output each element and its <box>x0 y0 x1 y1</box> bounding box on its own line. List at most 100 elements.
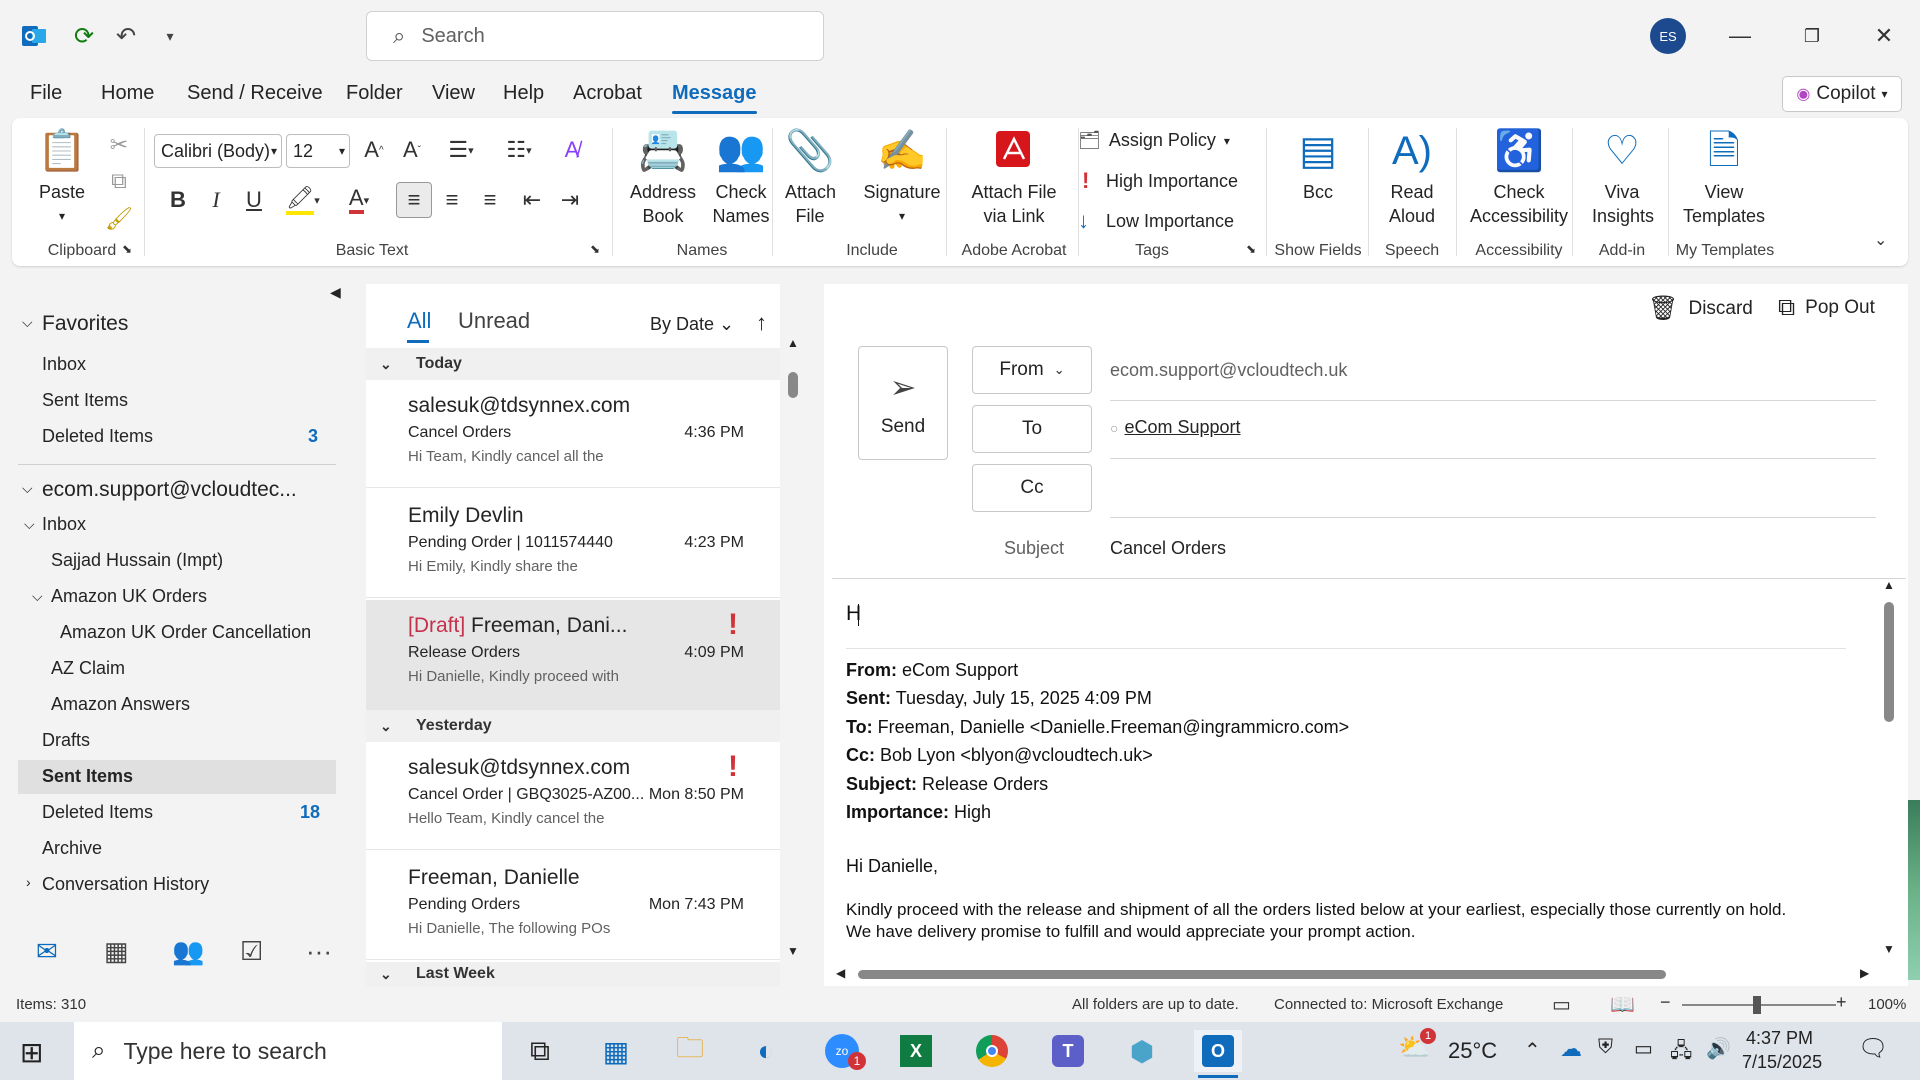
search-input[interactable]: ⌕ Search <box>366 11 824 61</box>
menu-home[interactable]: Home <box>101 82 154 105</box>
assign-policy-button[interactable]: 🗂 Assign Policy ▾ <box>1078 130 1230 151</box>
clear-formatting-icon[interactable]: A̸ <box>556 134 588 166</box>
viva-insights-button[interactable]: ♡ Viva Insights <box>1582 124 1662 228</box>
scroll-down-icon[interactable]: ▼ <box>1883 942 1895 956</box>
attach-file-button[interactable]: 📎 Attach File <box>780 124 840 228</box>
tab-unread[interactable]: Unread <box>458 308 530 334</box>
excel-icon[interactable]: X <box>892 1030 940 1072</box>
zoom-in-icon[interactable]: + <box>1836 992 1847 1013</box>
menu-view[interactable]: View <box>432 82 475 105</box>
sync-icon[interactable]: ⟳ <box>68 20 100 52</box>
format-painter-icon[interactable]: 🖌 <box>104 204 134 234</box>
from-button[interactable]: From ⌄ <box>972 346 1092 394</box>
calculator-icon[interactable]: ▦ <box>592 1030 640 1072</box>
paste-button[interactable]: 📋 Paste ▾ <box>32 124 92 228</box>
folder-inbox[interactable]: Inbox <box>42 514 86 535</box>
view-templates-button[interactable]: 🗎 View Templates <box>1676 124 1772 228</box>
menu-help[interactable]: Help <box>503 82 544 105</box>
bullets-icon[interactable]: ☰ ▾ <box>436 134 486 166</box>
italic-icon[interactable]: I <box>200 184 232 216</box>
scroll-down-icon[interactable]: ▼ <box>787 944 799 958</box>
list-item[interactable]: salesuk@tdsynnex.com Cancel Orders 4:36 … <box>366 380 780 488</box>
font-size-select[interactable]: 12 ▾ <box>286 134 350 168</box>
sort-by-date-button[interactable]: By Date ⌄ <box>650 314 734 335</box>
folder-deleted-items[interactable]: Deleted Items <box>42 802 153 823</box>
teams-icon[interactable]: T <box>1044 1030 1092 1072</box>
minimize-icon[interactable]: — <box>1720 18 1760 54</box>
collapse-ribbon-icon[interactable]: ⌄ <box>1874 230 1887 250</box>
check-accessibility-button[interactable]: ♿ Check Accessibility <box>1464 124 1574 228</box>
account-header[interactable]: ecom.support@vcloudtec... <box>42 478 297 502</box>
signature-button[interactable]: ✍ Signature ▾ <box>850 124 954 228</box>
folder-conversation-history[interactable]: Conversation History <box>42 874 209 895</box>
reading-view-icon[interactable]: 📖 <box>1610 992 1635 1017</box>
message-body[interactable]: H From: eCom Support Sent: Tuesday, July… <box>824 580 1880 964</box>
chevron-down-icon[interactable]: ⌵ <box>22 480 33 497</box>
app-icon[interactable]: ⬢ <box>1118 1030 1166 1072</box>
shrink-font-icon[interactable]: Aˇ <box>396 134 428 166</box>
bold-icon[interactable]: B <box>162 184 194 216</box>
high-importance-button[interactable]: ! High Importance <box>1082 168 1238 194</box>
font-color-icon[interactable]: A ▾ <box>334 184 384 216</box>
network-icon[interactable]: 🖧 <box>1670 1036 1692 1070</box>
underline-icon[interactable]: U <box>238 184 270 216</box>
folder-sent-items[interactable]: Sent Items <box>42 766 133 787</box>
notifications-icon[interactable]: 🗨 <box>1858 1034 1888 1063</box>
chrome-icon[interactable] <box>968 1030 1016 1072</box>
dialog-launcher-icon[interactable]: ⬊ <box>122 242 132 256</box>
zoom-app-icon[interactable]: zo 1 <box>818 1030 866 1072</box>
people-icon[interactable]: 👥 <box>172 936 204 967</box>
more-apps-icon[interactable]: ··· <box>306 936 332 967</box>
file-explorer-icon[interactable]: 🗀 <box>666 1030 714 1072</box>
cc-button[interactable]: Cc <box>972 464 1092 512</box>
onedrive-icon[interactable]: ☁ <box>1560 1036 1582 1062</box>
clock-time[interactable]: 4:37 PM <box>1746 1028 1813 1049</box>
align-left-icon[interactable]: ≡ <box>396 182 432 218</box>
copilot-button[interactable]: ◉ Copilot ▾ <box>1782 76 1902 112</box>
subject-input[interactable]: Cancel Orders <box>1110 538 1226 559</box>
attach-via-link-button[interactable]: Attach File via Link <box>956 124 1072 228</box>
customize-toolbar-icon[interactable]: ▾ <box>154 20 186 52</box>
collapse-pane-icon[interactable]: ◀ <box>330 284 341 301</box>
folder-amazon-cancellation[interactable]: Amazon UK Order Cancellation <box>60 622 311 643</box>
folder-amazon-uk-orders[interactable]: Amazon UK Orders <box>51 586 207 607</box>
discard-button[interactable]: 🗑 Discard <box>1648 294 1753 323</box>
scroll-up-icon[interactable]: ▲ <box>787 336 799 350</box>
sort-direction-icon[interactable]: ↑ <box>756 310 767 336</box>
menu-file[interactable]: File <box>30 82 62 105</box>
scrollbar-thumb[interactable] <box>1884 602 1894 722</box>
highlight-icon[interactable]: 🖍 ▾ <box>278 184 328 216</box>
scroll-left-icon[interactable]: ◀ <box>836 966 845 980</box>
recipient-chip[interactable]: eCom Support <box>1124 417 1240 438</box>
chevron-down-icon[interactable]: ⌵ <box>22 314 33 331</box>
undo-icon[interactable]: ↶ <box>110 20 142 52</box>
folder-sent-items[interactable]: Sent Items <box>42 390 128 411</box>
outlook-taskbar-icon[interactable]: O <box>1194 1030 1242 1078</box>
to-button[interactable]: To <box>972 405 1092 453</box>
bcc-button[interactable]: ▤ Bcc <box>1276 124 1360 204</box>
edge-icon[interactable]: ◐ <box>742 1030 790 1072</box>
weather-icon[interactable]: ⛅ 1 <box>1398 1028 1436 1063</box>
dialog-launcher-icon[interactable]: ⬊ <box>590 242 600 256</box>
menu-folder[interactable]: Folder <box>346 82 403 105</box>
list-item[interactable]: Freeman, Danielle Pending Orders Mon 7:4… <box>366 852 780 960</box>
folder-sajjad[interactable]: Sajjad Hussain (Impt) <box>51 550 223 571</box>
menu-message[interactable]: Message <box>672 82 757 114</box>
check-names-button[interactable]: 👥 Check Names <box>700 124 782 228</box>
chevron-up-icon[interactable]: ⌃ <box>1524 1038 1541 1063</box>
address-book-button[interactable]: 📇 Address Book <box>620 124 706 228</box>
scrollbar-thumb[interactable] <box>858 970 1666 979</box>
font-name-select[interactable]: Calibri (Body) ▾ <box>154 134 282 168</box>
volume-icon[interactable]: 🔊 <box>1706 1036 1731 1061</box>
folder-amazon-answers[interactable]: Amazon Answers <box>51 694 190 715</box>
scrollbar[interactable]: ▲ ▼ <box>1882 578 1896 968</box>
normal-view-icon[interactable]: ▭ <box>1552 992 1571 1017</box>
avatar[interactable]: ES <box>1650 18 1686 54</box>
folder-az-claim[interactable]: AZ Claim <box>51 658 125 679</box>
scroll-up-icon[interactable]: ▲ <box>1883 578 1895 592</box>
tasks-icon[interactable]: ☑ <box>240 936 263 967</box>
folder-drafts[interactable]: Drafts <box>42 730 90 751</box>
dialog-launcher-icon[interactable]: ⬊ <box>1246 242 1256 256</box>
group-header[interactable]: ⌄ Yesterday <box>366 710 780 742</box>
zoom-out-icon[interactable]: − <box>1660 992 1671 1013</box>
